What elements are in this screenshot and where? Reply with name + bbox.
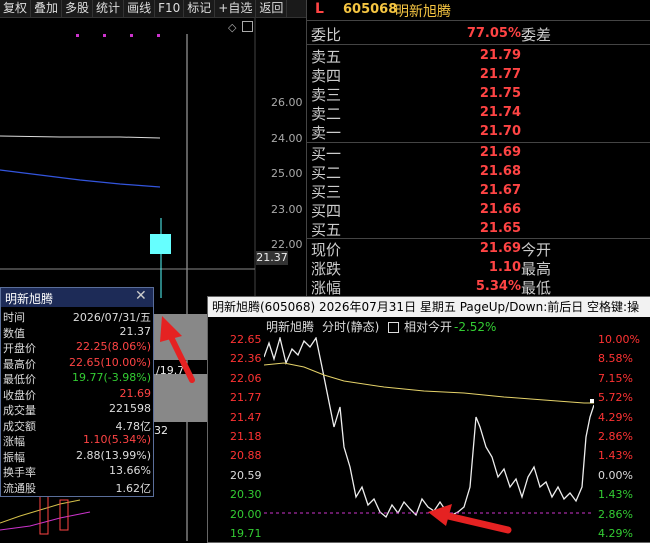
- red-arrow-icon: [160, 316, 195, 383]
- annotation-layer: [160, 316, 512, 534]
- red-arrow-icon: [428, 504, 512, 534]
